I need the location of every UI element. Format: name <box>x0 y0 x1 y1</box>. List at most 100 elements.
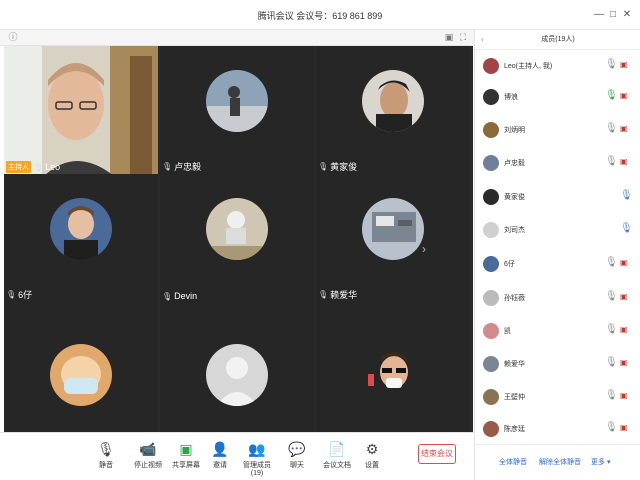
microphone-icon[interactable]: 🎙 <box>620 223 633 234</box>
member-row[interactable]: 赖爱华 🎙 ▣ <box>475 352 640 376</box>
microphone-active-icon[interactable]: 🎙 <box>605 90 618 101</box>
mic-icon: 🎙 <box>33 162 44 172</box>
invite-icon: 👤 <box>211 441 229 457</box>
member-name: 6仔 <box>504 261 515 268</box>
video-tile[interactable]: 🎙 卢忠毅 <box>160 46 314 176</box>
video-off-icon[interactable]: ▣ <box>620 91 628 100</box>
fullscreen-icon[interactable]: ⛶ <box>458 32 468 42</box>
settings-button[interactable]: ⚙ 设置 <box>352 441 392 470</box>
avatar <box>483 389 499 405</box>
participant-video <box>4 46 158 176</box>
microphone-muted-icon[interactable]: 🎙 <box>605 357 618 368</box>
mic-icon: 🎙 <box>318 290 329 299</box>
member-row[interactable]: 王壁仲 🎙 ▣ <box>475 385 640 409</box>
microphone-muted-icon[interactable]: 🎙 <box>605 156 618 167</box>
member-row[interactable]: 博浪 🎙 ▣ <box>475 85 640 109</box>
video-off-icon[interactable]: ▣ <box>620 391 628 400</box>
member-row[interactable]: 黄家俊 🎙 <box>475 185 640 209</box>
avatar <box>483 89 499 105</box>
minimize-icon[interactable]: — <box>593 9 605 21</box>
members-icon: 👥 <box>248 441 266 457</box>
avatar <box>50 344 112 406</box>
tile-name: 🎙 赖爱华 <box>318 288 357 301</box>
video-tile[interactable] <box>4 302 158 432</box>
video-off-icon[interactable]: ▣ <box>620 292 628 301</box>
member-row[interactable]: 6仔 🎙 ▣ <box>475 252 640 276</box>
microphone-icon: 🎙 <box>97 441 115 457</box>
member-name: 博浪 <box>504 94 518 101</box>
close-icon[interactable]: ✕ <box>621 9 633 21</box>
host-badge: 主持人 <box>6 161 31 173</box>
video-off-icon[interactable]: ▣ <box>620 325 628 334</box>
video-tile[interactable]: 主持人 🎙 Leo <box>4 46 158 176</box>
info-icon[interactable]: ⓘ <box>8 32 18 42</box>
member-row[interactable]: 孙钰薇 🎙 ▣ <box>475 286 640 310</box>
avatar <box>483 189 499 205</box>
video-tile[interactable]: 🎙 赖爱华 <box>316 174 470 304</box>
avatar <box>50 198 112 260</box>
video-off-icon[interactable]: ▣ <box>620 157 628 166</box>
tile-name-label: 赖爱华 <box>330 290 358 300</box>
maximize-icon[interactable]: □ <box>607 9 619 21</box>
tile-name-label: 黄家俊 <box>330 162 358 172</box>
microphone-muted-icon[interactable]: 🎙 <box>605 324 618 335</box>
video-tile[interactable]: 🎙 6仔 <box>4 174 158 304</box>
microphone-muted-icon[interactable]: 🎙 <box>605 390 618 401</box>
video-off-icon[interactable]: ▣ <box>620 258 628 267</box>
mic-icon: 🎙 <box>318 162 329 171</box>
avatar <box>362 344 424 406</box>
collapse-icon[interactable]: ‹ <box>481 30 484 50</box>
document-icon: 📄 <box>328 441 346 457</box>
member-name: Leo(主持人, 我) <box>504 63 553 70</box>
invite-label: 邀请 <box>213 462 227 469</box>
members-panel-footer: 全体静音 解除全体静音 更多 ▾ <box>475 444 640 480</box>
member-name: 孙钰薇 <box>504 295 525 302</box>
microphone-icon[interactable]: 🎙 <box>620 190 633 201</box>
avatar <box>206 198 268 260</box>
avatar <box>206 70 268 132</box>
meeting-subbar: ⓘ ▣ ⛶ <box>0 30 474 46</box>
video-tile[interactable] <box>160 302 314 432</box>
docs-label: 会议文档 <box>323 462 351 469</box>
avatar <box>483 290 499 306</box>
next-page-icon[interactable]: › <box>422 242 426 256</box>
avatar <box>206 344 268 406</box>
more-label: 更多 <box>591 459 605 466</box>
share-screen-icon: ▣ <box>179 441 193 457</box>
chat-label: 聊天 <box>290 462 304 469</box>
mute-button[interactable]: 🎙 静音 <box>86 441 126 470</box>
video-off-icon[interactable]: ▣ <box>620 423 628 432</box>
member-row[interactable]: Leo(主持人, 我) 🎙 ▣ <box>475 54 640 78</box>
meeting-window: 腾讯会议 会议号：619 861 899 — □ ✕ ⓘ ▣ ⛶ 主持人 🎙 L… <box>0 0 640 480</box>
docs-button[interactable]: 📄 会议文档 <box>317 441 357 470</box>
camera-icon: 📹 <box>139 441 157 457</box>
layout-icon[interactable]: ▣ <box>444 32 454 42</box>
video-tile[interactable] <box>316 302 470 432</box>
microphone-muted-icon[interactable]: 🎙 <box>605 257 618 268</box>
member-row[interactable]: 卢忠毅 🎙 ▣ <box>475 151 640 175</box>
microphone-muted-icon[interactable]: 🎙 <box>605 422 618 433</box>
member-row[interactable]: 凯 🎙 ▣ <box>475 319 640 343</box>
video-tile[interactable]: 🎙 黄家俊 <box>316 46 470 176</box>
member-row[interactable]: 刘炳明 🎙 ▣ <box>475 118 640 142</box>
tile-name: 🎙 黄家俊 <box>318 160 357 173</box>
end-meeting-button[interactable]: 结束会议 <box>418 444 456 464</box>
video-off-icon[interactable]: ▣ <box>620 124 628 133</box>
video-off-icon[interactable]: ▣ <box>620 358 628 367</box>
microphone-muted-icon[interactable]: 🎙 <box>605 123 618 134</box>
unmute-all-button[interactable]: 解除全体静音 <box>539 457 581 467</box>
video-off-icon[interactable]: ▣ <box>620 60 628 69</box>
microphone-muted-icon[interactable]: 🎙 <box>605 59 618 70</box>
avatar <box>483 256 499 272</box>
microphone-muted-icon[interactable]: 🎙 <box>605 291 618 302</box>
member-row[interactable]: 陈彦廷 🎙 ▣ <box>475 417 640 441</box>
member-row[interactable]: 刘司杰 🎙 <box>475 218 640 242</box>
manage-members-button[interactable]: 👥 管理成员(19) <box>237 441 277 477</box>
mute-all-button[interactable]: 全体静音 <box>499 457 527 467</box>
video-tile[interactable]: 🎙 Devin <box>160 174 314 304</box>
stop-video-button[interactable]: 📹 停止视频 <box>128 441 168 470</box>
more-button[interactable]: 更多 ▾ <box>591 457 610 467</box>
tile-name-label: Devin <box>174 291 198 301</box>
chat-button[interactable]: 💬 聊天 <box>277 441 317 470</box>
invite-button[interactable]: 👤 邀请 <box>200 441 240 470</box>
